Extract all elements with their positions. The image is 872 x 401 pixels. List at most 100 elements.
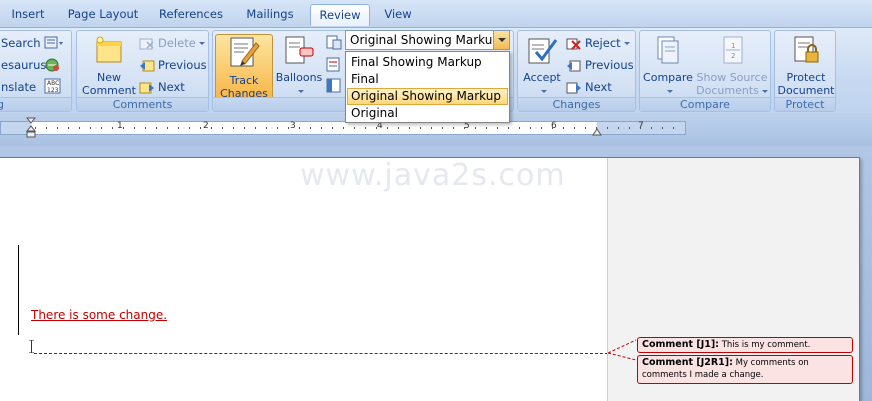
ruler-tick bbox=[288, 127, 289, 129]
comment-balloon[interactable]: Comment [J2R1]: My comments on comments … bbox=[637, 355, 853, 384]
ruler-number: 1 bbox=[117, 121, 123, 131]
ruler-tick bbox=[211, 127, 212, 129]
ruler-tick bbox=[585, 127, 586, 129]
word-count-icon[interactable]: ABC 123 bbox=[44, 78, 62, 97]
ruler-number: 7 bbox=[638, 121, 644, 131]
ruler-tick bbox=[618, 127, 619, 129]
new-comment-button[interactable]: New Comment bbox=[81, 34, 137, 98]
ruler-tick bbox=[112, 127, 113, 129]
ruler-tick bbox=[200, 127, 201, 129]
ruler-tick bbox=[167, 127, 168, 129]
accept-label: Accept bbox=[523, 71, 561, 84]
ruler-tick bbox=[266, 127, 267, 129]
previous-comment-button[interactable]: Previous bbox=[139, 55, 207, 75]
balloons-button[interactable]: Balloons bbox=[275, 34, 323, 100]
previous-change-label: Previous bbox=[585, 58, 634, 72]
ruler-tick bbox=[607, 127, 608, 129]
reviewing-pane-icon[interactable] bbox=[326, 78, 342, 97]
tab-review[interactable]: Review bbox=[310, 4, 370, 26]
comment-text: This is my comment. bbox=[721, 340, 811, 350]
display-for-review-menu: Final Showing Markup Final Original Show… bbox=[345, 51, 510, 123]
watermark: www.java2s.com bbox=[300, 158, 566, 193]
show-source-documents-button[interactable]: 12 Show Source Documents bbox=[696, 34, 768, 98]
accept-button[interactable]: Accept bbox=[520, 34, 564, 98]
next-comment-label: Next bbox=[158, 80, 185, 94]
comment-balloon[interactable]: Comment [J1]: This is my comment. bbox=[637, 337, 853, 353]
reject-button[interactable]: Reject bbox=[566, 33, 630, 53]
comment-tag: Comment [J2R1]: bbox=[642, 357, 733, 368]
thesaurus-button[interactable]: esaurus bbox=[1, 55, 46, 75]
ruler-tick bbox=[640, 127, 641, 129]
ruler-tick bbox=[387, 127, 388, 129]
ruler-tick bbox=[134, 127, 135, 129]
horizontal-ruler[interactable]: 1 2 3 4 5 6 7 bbox=[0, 117, 686, 138]
next-comment-button[interactable]: Next bbox=[139, 77, 185, 97]
ruler-tick bbox=[552, 127, 553, 129]
protect-group: Protect Document Protect bbox=[774, 30, 836, 112]
compare-group: Compare 12 Show Source Documents Compare bbox=[639, 30, 771, 112]
svg-text:1: 1 bbox=[731, 42, 735, 50]
document-page[interactable]: www.java2s.com There is some change. Com… bbox=[0, 157, 860, 401]
new-comment-icon bbox=[81, 34, 137, 69]
ruler-tick bbox=[145, 127, 146, 129]
proofing-group-label: g bbox=[0, 97, 71, 111]
menu-item-final[interactable]: Final bbox=[347, 71, 508, 88]
tab-mailings[interactable]: Mailings bbox=[240, 4, 300, 26]
display-for-review-dropdown-arrow-icon[interactable] bbox=[493, 31, 509, 49]
ruler-tick bbox=[310, 127, 311, 129]
compare-dropdown-arrow-icon bbox=[666, 89, 673, 93]
thesaurus-label: esaurus bbox=[1, 58, 47, 72]
right-indent-marker-icon[interactable] bbox=[592, 127, 602, 140]
ribbon-tab-bar: Insert Page Layout References Mailings R… bbox=[0, 0, 872, 28]
delete-comment-icon bbox=[139, 38, 154, 49]
tab-references[interactable]: References bbox=[156, 4, 226, 26]
first-line-indent-marker-icon[interactable] bbox=[25, 117, 37, 142]
menu-item-final-showing-markup[interactable]: Final Showing Markup bbox=[347, 54, 508, 71]
ruler-tick bbox=[233, 127, 234, 129]
comment-connector-line bbox=[34, 353, 608, 354]
menu-item-original-showing-markup[interactable]: Original Showing Markup bbox=[347, 88, 508, 105]
ruler-tick bbox=[673, 127, 674, 129]
protect-document-button[interactable]: Protect Document bbox=[777, 34, 835, 98]
ruler-tick bbox=[68, 127, 69, 129]
inserted-text[interactable]: There is some change. bbox=[31, 308, 167, 322]
balloons-dropdown-arrow-icon bbox=[297, 89, 304, 93]
ruler-number: 3 bbox=[290, 121, 296, 131]
thesaurus-icon[interactable] bbox=[44, 57, 62, 76]
ruler-tick bbox=[90, 127, 91, 129]
ruler-number: 6 bbox=[551, 121, 557, 131]
track-changes-button[interactable]: Track Changes bbox=[215, 34, 273, 109]
ruler-tick bbox=[79, 127, 80, 129]
tab-insert[interactable]: Insert bbox=[8, 4, 48, 26]
ruler-tick bbox=[651, 127, 652, 129]
comments-group: New Comment Delete Previous Next Comment… bbox=[76, 30, 209, 112]
changes-group-label: Changes bbox=[518, 97, 635, 111]
ruler-tick bbox=[464, 127, 465, 129]
reject-label: Reject bbox=[585, 36, 621, 50]
accept-dropdown-arrow-icon bbox=[540, 89, 547, 93]
spelling-icon[interactable] bbox=[44, 35, 64, 54]
display-for-review-icon[interactable] bbox=[326, 35, 342, 54]
show-markup-icon[interactable] bbox=[326, 57, 342, 76]
translate-button[interactable]: nslate bbox=[1, 77, 36, 97]
proofing-group: Search esaurus nslate ABC 123 g bbox=[0, 30, 72, 112]
protect-label-2: Document bbox=[777, 84, 835, 97]
delete-comment-button[interactable]: Delete bbox=[139, 33, 205, 53]
research-button[interactable]: Search bbox=[1, 33, 41, 53]
tab-view[interactable]: View bbox=[380, 4, 416, 26]
new-comment-label-2: Comment bbox=[82, 84, 136, 97]
balloons-icon bbox=[275, 34, 323, 69]
ruler-tick bbox=[222, 127, 223, 129]
ruler-tick bbox=[398, 127, 399, 129]
menu-item-original[interactable]: Original bbox=[347, 105, 508, 122]
compare-button[interactable]: Compare bbox=[642, 34, 694, 98]
tab-page-layout[interactable]: Page Layout bbox=[66, 4, 140, 26]
ruler-tick bbox=[156, 127, 157, 129]
ruler-tick bbox=[574, 127, 575, 129]
display-for-review-select[interactable]: Original Showing Markup bbox=[345, 30, 510, 50]
previous-change-button[interactable]: Previous bbox=[566, 55, 634, 75]
svg-text:2: 2 bbox=[731, 52, 735, 60]
show-source-documents-icon: 12 bbox=[696, 34, 768, 69]
next-change-button[interactable]: Next bbox=[566, 77, 612, 97]
ruler-tick bbox=[189, 127, 190, 129]
